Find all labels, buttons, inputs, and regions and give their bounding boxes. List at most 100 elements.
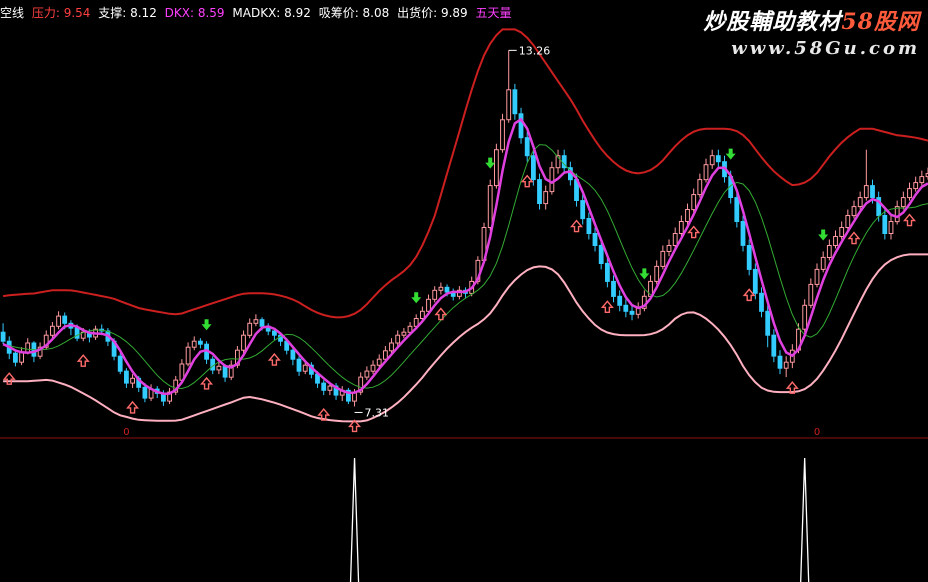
chart-window: 13.26 7.31 0 0 空线 压力: 9.54 支撑: 8.12 DKX: 8.… (0, 0, 928, 582)
candle-down (222, 365, 228, 378)
candle-down (605, 262, 610, 282)
candle-up (401, 331, 407, 336)
candle-up (697, 179, 703, 196)
candle-down (617, 295, 623, 306)
candle-down (586, 218, 592, 234)
candle-up (327, 385, 333, 391)
support-line (3, 253, 928, 423)
buy-signal-arrow-icon (76, 354, 90, 367)
candle-up (691, 194, 697, 211)
pressure-line (2, 28, 928, 319)
indicator-spike (800, 457, 810, 582)
candle-up (302, 364, 308, 372)
watermark-url: www.58Gu.com (731, 38, 920, 59)
header-item-pressure: 压力: 9.54 (31, 6, 91, 20)
buy-signal-arrow-icon (434, 307, 448, 321)
candle-up (814, 268, 820, 285)
header-item-five-day-volume: 五天量 (475, 6, 512, 20)
candle-up (370, 364, 376, 372)
watermark-title: 炒股輔助教材58股网 (703, 4, 920, 36)
candle-down (771, 334, 777, 357)
candle-up (376, 358, 382, 366)
kline-chart: 13.26 7.31 0 0 (0, 28, 928, 582)
candle-down (0, 331, 6, 342)
candle-down (777, 355, 783, 369)
candle-down (290, 349, 296, 360)
header-item-support: 支撑: 8.12 (98, 6, 157, 20)
candle-up (432, 289, 438, 300)
candle-down (580, 200, 586, 220)
candle-up (833, 236, 838, 246)
candle-up (913, 182, 919, 190)
candle-up (25, 342, 31, 353)
buy-signal-arrow-icon (903, 213, 916, 227)
sell-signal-arrow-icon (818, 229, 829, 241)
header-item-madkx: MADKX: 8.92 (232, 6, 311, 20)
candle-down (531, 155, 536, 181)
candle-down (765, 310, 771, 336)
candle-down (752, 268, 758, 294)
buy-signal-arrow-icon (200, 376, 214, 390)
candle-down (746, 245, 752, 270)
candle-down (592, 233, 598, 246)
candle-up (494, 149, 499, 187)
candle-up (549, 167, 555, 193)
candle-up (839, 227, 845, 237)
candle-down (512, 89, 518, 115)
buy-signal-arrow-icon (520, 174, 534, 188)
candle-up (900, 197, 906, 208)
candle-down (524, 137, 530, 157)
header-item-distribution-price: 出货价: 9.89 (397, 6, 468, 20)
candle-up (685, 209, 690, 222)
buy-signal-arrow-icon (126, 400, 140, 414)
buy-signal-arrow-icon (267, 352, 281, 366)
candle-up (857, 197, 863, 208)
candle-up (703, 164, 709, 181)
candle-up (907, 188, 912, 199)
candle-up (660, 250, 666, 267)
candle-up (808, 283, 814, 306)
candle-down (598, 245, 604, 264)
candle-up (783, 361, 789, 369)
header-item-title: 空线 (0, 6, 25, 20)
watermark: 炒股輔助教材58股网 www.58Gu.com (703, 4, 920, 59)
candle-up (420, 310, 425, 319)
header-item-accumulation-price: 吸筹价: 8.08 (318, 6, 390, 20)
candle-down (124, 370, 129, 384)
price-annotation: 7.31 (365, 406, 390, 419)
candle-up (845, 215, 851, 228)
sell-signal-arrow-icon (485, 157, 496, 169)
indicator-spike (349, 457, 360, 582)
zero-marker-label: 0 (814, 427, 820, 438)
candle-down (623, 304, 629, 312)
buy-signal-arrow-icon (742, 288, 756, 302)
candle-down (74, 327, 80, 339)
candle-up (826, 245, 832, 258)
watermark-title-text: 炒股輔助教材 (703, 9, 842, 35)
candle-up (709, 155, 715, 166)
candle-down (444, 286, 450, 293)
candle-down (142, 386, 148, 399)
candle-up (894, 206, 900, 223)
madkx-line (3, 144, 928, 390)
candle-up (247, 322, 253, 336)
sell-signal-arrow-icon (201, 319, 212, 331)
zero-marker-label: 0 (123, 427, 129, 438)
candle-up (888, 221, 894, 234)
candle-down (537, 179, 542, 205)
candle-up (919, 176, 925, 184)
candle-up (191, 340, 197, 348)
candle-up (50, 325, 55, 336)
buy-signal-arrow-icon (600, 300, 614, 314)
candle-up (863, 185, 869, 199)
candle-down (13, 352, 18, 363)
candle-up (506, 89, 512, 121)
buy-signal-arrow-icon (2, 372, 16, 385)
candle-up (389, 342, 394, 352)
candle-down (759, 292, 764, 312)
candle-up (383, 350, 388, 360)
candle-down (198, 340, 203, 345)
candle-up (487, 185, 493, 229)
sell-signal-arrow-icon (411, 292, 422, 304)
buy-signal-arrow-icon (847, 231, 861, 245)
